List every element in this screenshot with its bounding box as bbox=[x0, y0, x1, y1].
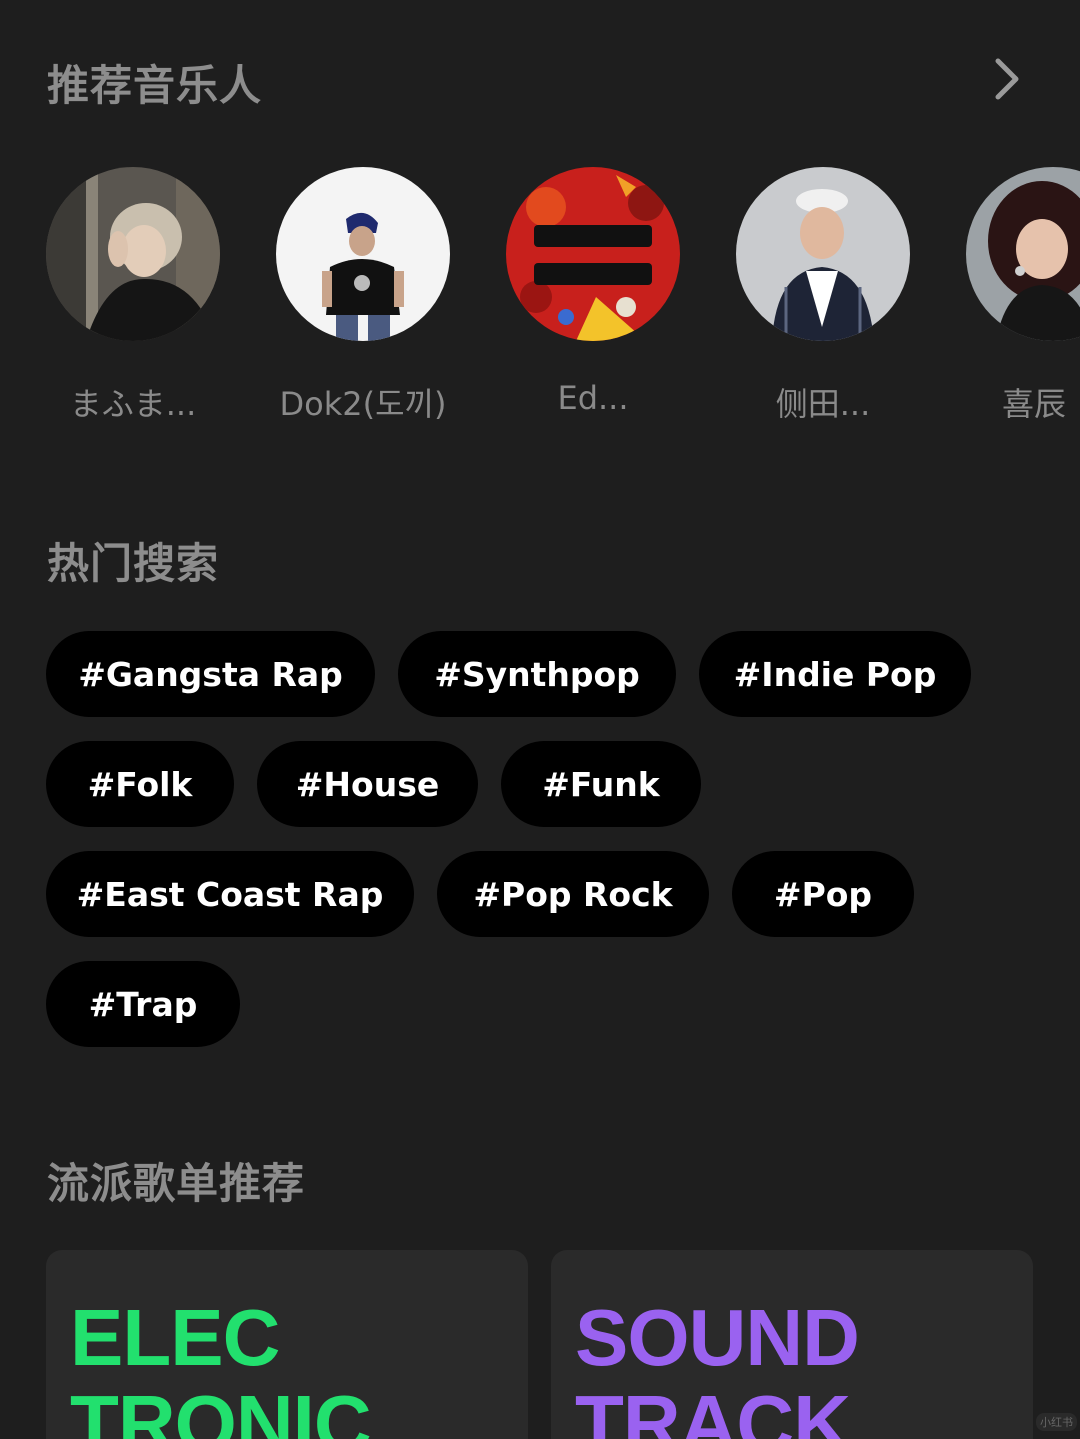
artist-name: 喜辰 bbox=[1002, 385, 1067, 423]
genre-card-line2: TRACK bbox=[575, 1379, 851, 1439]
genre-card-line2: TRONIC bbox=[70, 1379, 372, 1439]
genre-playlists-title: 流派歌单推荐 bbox=[47, 1159, 306, 1208]
tag-indie-pop[interactable]: #Indie Pop bbox=[699, 631, 971, 717]
tag-folk[interactable]: #Folk bbox=[46, 741, 234, 827]
watermark: 小红书 bbox=[1036, 1413, 1077, 1431]
artist-avatar bbox=[966, 167, 1080, 341]
tag-funk[interactable]: #Funk bbox=[501, 741, 701, 827]
tag-pop[interactable]: #Pop bbox=[732, 851, 914, 937]
artist-avatar bbox=[506, 167, 680, 341]
artist-item[interactable]: 喜辰 bbox=[958, 167, 1080, 427]
genre-card-soundtrack[interactable]: SOUND TRACK bbox=[551, 1250, 1033, 1439]
artist-name: Ed... bbox=[557, 379, 629, 417]
artist-item[interactable]: 侧田... bbox=[728, 167, 918, 427]
tag-synthpop[interactable]: #Synthpop bbox=[398, 631, 676, 717]
artist-name: 侧田... bbox=[775, 385, 871, 423]
artists-row: まふま... Dok2(도끼) Ed... 侧田... 喜辰 bbox=[0, 167, 1080, 427]
chevron-right-icon bbox=[995, 58, 1019, 100]
music-discovery-page: 推荐音乐人 まふま... Dok2(도끼) Ed... 侧田... 喜辰 热门搜… bbox=[0, 0, 1080, 1439]
genre-card-line1: ELEC bbox=[70, 1293, 280, 1382]
genre-card-electronic[interactable]: ELEC TRONIC bbox=[46, 1250, 528, 1439]
artist-avatar bbox=[276, 167, 450, 341]
artist-item[interactable]: Dok2(도끼) bbox=[268, 167, 458, 427]
tag-pop-rock[interactable]: #Pop Rock bbox=[437, 851, 709, 937]
tag-east-coast-rap[interactable]: #East Coast Rap bbox=[46, 851, 414, 937]
artist-item[interactable]: まふま... bbox=[38, 167, 228, 427]
artist-avatar bbox=[46, 167, 220, 341]
artist-name: まふま... bbox=[69, 385, 197, 423]
artist-item[interactable]: Ed... bbox=[498, 167, 688, 427]
artist-name: Dok2(도끼) bbox=[279, 385, 447, 423]
tag-trap[interactable]: #Trap bbox=[46, 961, 240, 1047]
tag-gangsta-rap[interactable]: #Gangsta Rap bbox=[46, 631, 375, 717]
hot-searches-title: 热门搜索 bbox=[47, 539, 220, 588]
genre-card-line1: SOUND bbox=[575, 1293, 860, 1382]
tag-house[interactable]: #House bbox=[257, 741, 478, 827]
recommended-artists-title: 推荐音乐人 bbox=[47, 61, 263, 110]
more-artists-button[interactable] bbox=[980, 52, 1034, 106]
artist-avatar bbox=[736, 167, 910, 341]
